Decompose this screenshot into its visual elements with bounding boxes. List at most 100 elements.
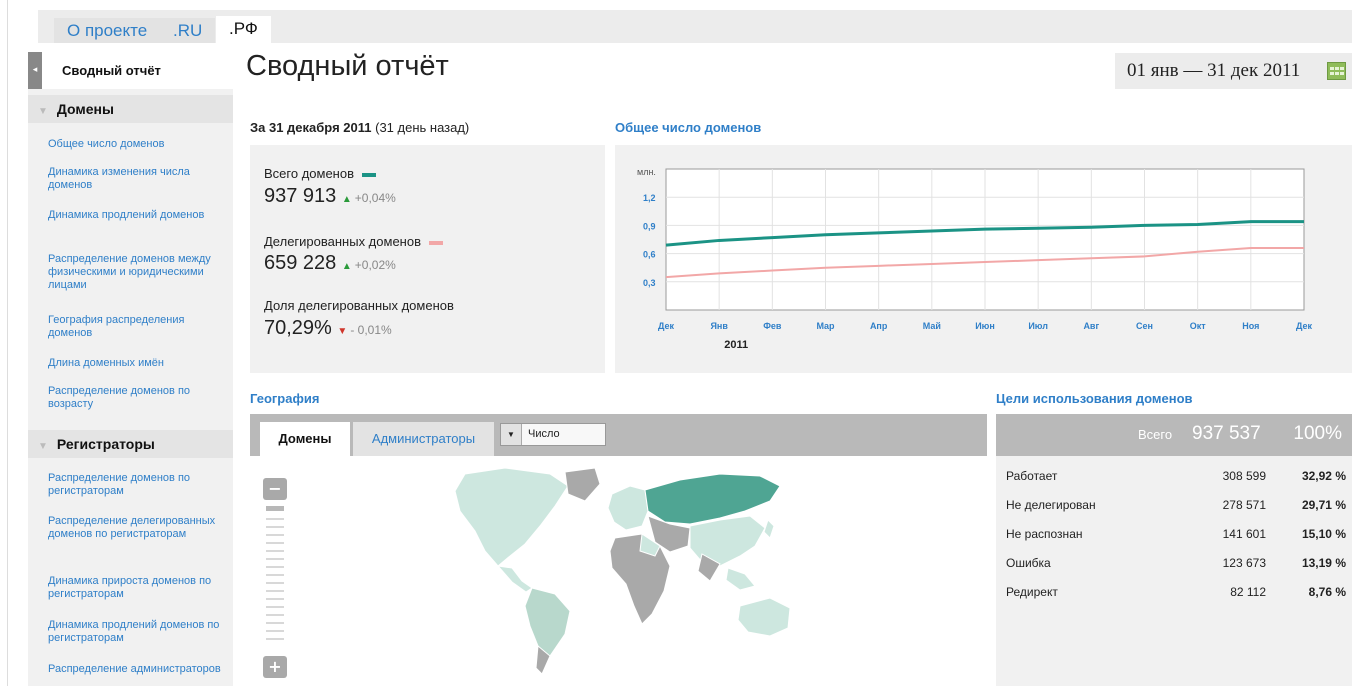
collapse-sidebar-icon[interactable]: ◂ (28, 52, 42, 89)
stat-change-total: +0,04% (354, 191, 396, 205)
chart-title: Общее число доменов (615, 120, 762, 135)
purposes-title: Цели использования доменов (996, 391, 1193, 406)
stat-label-share: Доля делегированных доменов (264, 298, 454, 313)
top-tab-bar: О проекте .RU .РФ (38, 10, 1352, 43)
sidebar-item-registrar-distribution[interactable]: Распределение доменов по регистраторам (48, 472, 223, 498)
row-name: Не делегирован (1006, 498, 1096, 512)
stat-value-share: 70,29% ▼ - 0,01% (264, 317, 392, 339)
row-count: 141 601 (1222, 527, 1266, 541)
y-tick-label: 0,9 (643, 221, 656, 231)
stats-panel: Всего доменов 937 913 ▲ +0,04% Делегирова… (250, 145, 605, 373)
sidebar-item-summary[interactable]: Сводный отчёт (42, 52, 233, 89)
row-pct: 15,10 % (1301, 527, 1346, 541)
sidebar-group-label: Домены (56, 101, 114, 117)
geo-title: География (250, 391, 320, 406)
sidebar-item-renewals-by-registrar[interactable]: Динамика продлений доменов по регистрато… (48, 619, 223, 645)
purposes-total-value: 937 537 (1192, 423, 1261, 444)
tab-ru[interactable]: .RU (160, 18, 216, 43)
x-tick-label: Апр (870, 321, 888, 331)
purposes-total-label: Всего (1138, 427, 1173, 442)
tab-domains[interactable]: Домены (260, 422, 350, 456)
x-tick-label: Авг (1083, 321, 1099, 331)
date-range-text: 01 янв — 31 дек 2011 (1127, 60, 1301, 81)
legend-swatch-total (362, 172, 376, 177)
left-border (7, 0, 8, 686)
world-map[interactable] (250, 456, 987, 686)
purposes-total-pct: 100% (1293, 423, 1342, 444)
metric-select[interactable]: ▼ Число (500, 423, 606, 446)
stats-date: За 31 декабря 2011 (250, 120, 372, 135)
geo-toolbar: Домены Администраторы (250, 414, 987, 456)
sidebar-group-label: Регистраторы (56, 436, 155, 452)
sidebar-item-geography[interactable]: География распределения доменов (48, 314, 223, 340)
triangle-down-icon: ▼ (38, 441, 48, 452)
row-name: Редирект (1006, 585, 1058, 599)
arrow-up-icon: ▲ (341, 194, 352, 205)
tab-administrators[interactable]: Администраторы (353, 422, 494, 456)
sidebar-item-delegated-by-registrar[interactable]: Распределение делегированных доменов по … (48, 515, 223, 541)
stat-value-delegated: 659 228 ▲ +0,02% (264, 252, 396, 274)
table-row: Редирект 82 112 8,76 % (996, 585, 1352, 603)
row-count: 308 599 (1222, 469, 1266, 483)
sidebar-item-age-distribution[interactable]: Распределение доменов по возрасту (48, 385, 223, 411)
row-pct: 13,19 % (1301, 556, 1346, 570)
sidebar: ◂ Сводный отчёт ▼ Домены Общее число доме… (28, 52, 233, 686)
x-tick-label: Июн (975, 321, 995, 331)
date-range-picker[interactable]: 01 янв — 31 дек 2011 (1115, 53, 1352, 89)
x-tick-label: Май (923, 321, 941, 331)
stat-change-delegated: +0,02% (354, 258, 396, 272)
sidebar-item-persons-distribution[interactable]: Распределение доменов между физическими … (48, 253, 223, 292)
arrow-down-icon: ▼ (337, 326, 348, 337)
sidebar-item-renewal-dynamics[interactable]: Динамика продлений доменов (48, 209, 223, 222)
domains-chart-panel: 1,2 0,9 0,6 0,3 млн. Дек Янв Фев Мар Апр Май Июн Июл… (615, 145, 1352, 373)
arrow-up-icon: ▲ (341, 261, 352, 272)
sidebar-item-name-length[interactable]: Длина доменных имён (48, 357, 223, 370)
legend-swatch-delegated (428, 240, 443, 245)
row-name: Работает (1006, 469, 1058, 483)
x-tick-label: Янв (710, 321, 728, 331)
table-row: Ошибка 123 673 13,19 % (996, 556, 1352, 574)
purposes-table: Работает 308 599 32,92 % Не делегирован … (996, 456, 1352, 686)
world-map-panel: − + (250, 456, 987, 686)
metric-select-value: Число (528, 428, 560, 440)
row-count: 82 112 (1230, 585, 1266, 599)
tab-about[interactable]: О проекте (54, 18, 161, 43)
sidebar-item-domain-dynamics[interactable]: Динамика изменения числа доменов (48, 166, 223, 192)
row-count: 278 571 (1222, 498, 1266, 512)
y-tick-label: 0,3 (643, 278, 656, 288)
table-row: Не делегирован 278 571 29,71 % (996, 498, 1352, 516)
stat-label-total: Всего доменов (264, 166, 376, 181)
x-tick-label: Ноя (1242, 321, 1259, 331)
dropdown-arrow-icon: ▼ (501, 424, 522, 445)
stat-label-delegated: Делегированных доменов (264, 234, 443, 249)
row-count: 123 673 (1222, 556, 1266, 570)
row-pct: 29,71 % (1301, 498, 1346, 512)
page-title: Сводный отчёт (246, 50, 449, 82)
stat-value-total: 937 913 ▲ +0,04% (264, 185, 396, 207)
x-tick-label: Дек (658, 321, 675, 331)
purposes-total-bar: Всего 937 537 100% (996, 414, 1352, 456)
table-row: Работает 308 599 32,92 % (996, 469, 1352, 487)
tab-rf[interactable]: .РФ (216, 16, 271, 43)
sidebar-item-admin-distribution[interactable]: Распределение администраторов (48, 663, 223, 676)
row-name: Ошибка (1006, 556, 1051, 570)
stats-days-ago: (31 день назад) (375, 120, 470, 135)
x-tick-label: Сен (1136, 321, 1153, 331)
domains-line-chart: 1,2 0,9 0,6 0,3 млн. Дек Янв Фев Мар Апр Май Июн Июл… (637, 167, 1313, 351)
calendar-icon[interactable] (1327, 62, 1346, 80)
sidebar-group-domains[interactable]: ▼ Домены (28, 95, 233, 123)
stat-change-share: - 0,01% (350, 323, 392, 337)
sidebar-group-registrars[interactable]: ▼ Регистраторы (28, 430, 233, 458)
triangle-down-icon: ▼ (38, 106, 48, 117)
x-tick-label: Окт (1190, 321, 1207, 331)
table-row: Не распознан 141 601 15,10 % (996, 527, 1352, 545)
stats-heading: За 31 декабря 2011 (31 день назад) (250, 120, 469, 135)
sidebar-item-total-domains[interactable]: Общее число доменов (48, 138, 223, 151)
x-tick-label: Дек (1296, 321, 1313, 331)
x-tick-label: Фев (763, 321, 782, 331)
row-name: Не распознан (1006, 527, 1083, 541)
x-year-label: 2011 (724, 339, 748, 351)
x-tick-label: Мар (816, 321, 835, 331)
y-tick-label: 1,2 (643, 193, 656, 203)
sidebar-item-growth-by-registrar[interactable]: Динамика прироста доменов по регистратор… (48, 575, 223, 601)
